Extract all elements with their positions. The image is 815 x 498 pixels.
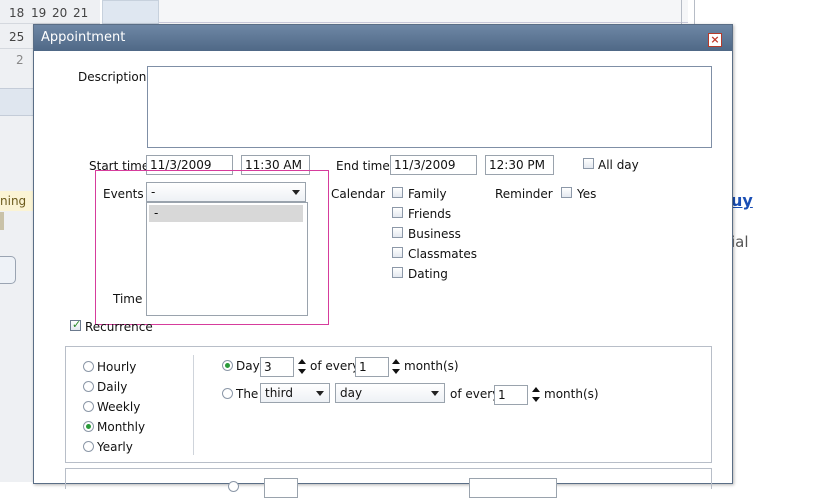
end-time-label: End time (336, 159, 390, 173)
description-textarea[interactable] (147, 66, 712, 148)
chevron-down-icon[interactable] (431, 391, 439, 396)
list-item[interactable]: - (149, 205, 303, 222)
the-interval-field[interactable]: 1 (494, 385, 528, 405)
the-option-label: The (236, 387, 259, 401)
frequency-weekly-label: Weekly (97, 400, 141, 414)
all-day-checkbox[interactable] (583, 158, 594, 169)
range-field[interactable] (264, 478, 298, 498)
frequency-monthly-radio[interactable] (83, 421, 94, 432)
day-value-field[interactable]: 3 (260, 357, 294, 377)
checkmark-icon: ✓ (72, 318, 82, 331)
background-day-number[interactable]: 2 (16, 53, 24, 67)
the-unit-label: month(s) (544, 387, 599, 401)
reminder-label: Reminder (495, 187, 553, 201)
dialog-title: Appointment (41, 30, 126, 45)
calendar-classmates-label: Classmates (408, 247, 477, 261)
day-unit-label: month(s) (404, 359, 459, 373)
calendar-family-checkbox[interactable] (392, 187, 403, 198)
dialog-titlebar[interactable]: Appointment × (34, 25, 732, 51)
group-divider (193, 355, 194, 455)
background-button[interactable] (0, 256, 16, 284)
end-date-field[interactable]: 11/3/2009 (390, 155, 477, 175)
day-option-radio[interactable] (222, 360, 233, 371)
day-value-spinner[interactable] (298, 357, 306, 377)
day-interval-spinner[interactable] (392, 357, 400, 377)
the-interval-spinner[interactable] (532, 385, 540, 405)
range-date-field[interactable] (469, 478, 557, 498)
spinner-up-icon[interactable] (532, 387, 540, 392)
list-item-label: - (154, 206, 159, 220)
calendar-business-checkbox[interactable] (392, 227, 403, 238)
day-option-label: Day (236, 359, 260, 373)
background-toolbar (0, 88, 34, 116)
range-radio[interactable] (228, 481, 239, 492)
day-interval-field[interactable]: 1 (355, 357, 389, 377)
frequency-hourly-label: Hourly (97, 360, 137, 374)
calendar-label: Calendar (331, 187, 385, 201)
frequency-yearly-label: Yearly (97, 440, 133, 454)
frequency-daily-radio[interactable] (83, 381, 94, 392)
the-of-every-label: of every (450, 387, 500, 401)
events-select[interactable]: - (146, 182, 306, 202)
background-day-number[interactable]: 19 (31, 6, 46, 20)
frequency-yearly-radio[interactable] (83, 441, 94, 452)
background-day-number[interactable]: 25 (9, 30, 24, 44)
background-marker (0, 212, 4, 230)
background-selected-cell (102, 0, 159, 24)
appointment-dialog: Appointment × Description Start time 11/… (33, 24, 733, 498)
ordinal-select-value: third (265, 386, 293, 400)
background-link[interactable]: uy (731, 191, 753, 210)
spinner-up-icon[interactable] (298, 359, 306, 364)
chevron-down-icon[interactable] (292, 190, 300, 195)
frequency-weekly-radio[interactable] (83, 401, 94, 412)
ordinal-select[interactable]: third (260, 383, 330, 403)
recurrence-checkbox[interactable]: ✓ (70, 318, 82, 331)
unit-select-value: day (340, 386, 363, 400)
background-header-strip (158, 0, 688, 23)
end-time-field[interactable]: 12:30 PM (485, 155, 554, 175)
calendar-classmates-checkbox[interactable] (392, 247, 403, 258)
events-list[interactable]: - (146, 202, 308, 316)
background-day-number[interactable]: 18 (9, 6, 24, 20)
spinner-up-icon[interactable] (392, 359, 400, 364)
background-text: ial (731, 233, 749, 251)
spinner-down-icon[interactable] (298, 369, 306, 374)
calendar-dating-label: Dating (408, 267, 448, 281)
spinner-down-icon[interactable] (532, 397, 540, 402)
background-day-number[interactable]: 20 (52, 6, 67, 20)
all-day-label: All day (598, 158, 639, 172)
the-option-radio[interactable] (222, 388, 233, 399)
recurrence-group: Hourly Daily Weekly Monthly Yearly Day 3… (65, 346, 712, 463)
calendar-dating-checkbox[interactable] (392, 267, 403, 278)
background-event-text[interactable]: ning (0, 194, 26, 208)
time-label: Time (113, 292, 143, 306)
events-label: Events (103, 187, 144, 201)
background-day-number[interactable]: 21 (73, 6, 88, 20)
description-label: Description (78, 70, 147, 84)
close-icon[interactable]: × (708, 33, 722, 47)
calendar-family-label: Family (408, 187, 447, 201)
day-of-every-label: of every (310, 359, 360, 373)
frequency-monthly-label: Monthly (97, 420, 146, 434)
reminder-yes-label: Yes (577, 187, 597, 201)
range-group (65, 468, 712, 498)
frequency-daily-label: Daily (97, 380, 128, 394)
chevron-down-icon[interactable] (316, 391, 324, 396)
events-select-value: - (151, 185, 156, 199)
reminder-yes-checkbox[interactable] (561, 187, 572, 198)
calendar-friends-checkbox[interactable] (392, 207, 403, 218)
spinner-down-icon[interactable] (392, 369, 400, 374)
recurrence-label: Recurrence (85, 320, 153, 334)
calendar-business-label: Business (408, 227, 461, 241)
calendar-friends-label: Friends (408, 207, 452, 221)
frequency-hourly-radio[interactable] (83, 361, 94, 372)
unit-select[interactable]: day (335, 383, 445, 403)
